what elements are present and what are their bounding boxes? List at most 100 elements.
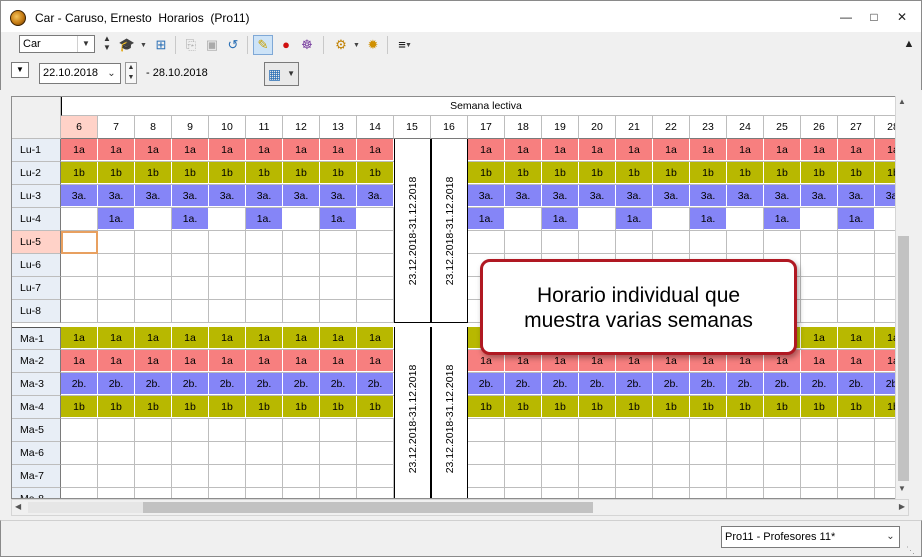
schedule-cell[interactable] <box>801 254 838 277</box>
schedule-cell[interactable] <box>653 208 690 231</box>
lesson-cell[interactable]: 1a <box>209 139 246 161</box>
lesson-cell[interactable]: 1a. <box>468 208 505 230</box>
schedule-cell[interactable] <box>246 419 283 442</box>
schedule-cell[interactable] <box>616 442 653 465</box>
lesson-cell[interactable]: 1a <box>283 350 320 372</box>
week-header[interactable]: 9 <box>172 116 209 139</box>
schedule-cell[interactable] <box>283 277 320 300</box>
lesson-cell[interactable]: 2b. <box>801 373 838 395</box>
schedule-cell[interactable] <box>727 208 764 231</box>
lesson-cell[interactable]: 1a <box>542 139 579 161</box>
lesson-cell[interactable]: 1a <box>357 350 394 372</box>
lesson-cell[interactable]: 1a. <box>320 208 357 230</box>
pin-icon[interactable]: ● <box>276 35 296 55</box>
schedule-cell[interactable] <box>653 419 690 442</box>
lesson-cell[interactable]: 1b <box>727 162 764 184</box>
schedule-cell[interactable] <box>690 442 727 465</box>
lesson-cell[interactable]: 2b. <box>283 373 320 395</box>
lesson-cell[interactable]: 3a. <box>98 185 135 207</box>
lesson-cell[interactable]: 2b. <box>764 373 801 395</box>
schedule-cell[interactable] <box>357 208 394 231</box>
schedule-cell[interactable] <box>61 442 98 465</box>
schedule-cell[interactable] <box>172 488 209 498</box>
schedule-cell[interactable] <box>505 231 542 254</box>
schedule-cell[interactable] <box>61 231 98 254</box>
schedule-cell[interactable] <box>653 488 690 498</box>
schedule-cell[interactable] <box>764 488 801 498</box>
lesson-cell[interactable]: 1a <box>653 139 690 161</box>
schedule-cell[interactable] <box>283 488 320 498</box>
week-header[interactable]: 11 <box>246 116 283 139</box>
schedule-cell[interactable] <box>357 300 394 323</box>
lesson-cell[interactable]: 3a. <box>653 185 690 207</box>
lesson-cell[interactable]: 1b <box>468 396 505 418</box>
chevron-down-icon[interactable]: ⌄ <box>882 527 899 547</box>
lesson-cell[interactable]: 1b <box>209 396 246 418</box>
schedule-cell[interactable] <box>468 488 505 498</box>
lesson-cell[interactable]: 1b <box>135 396 172 418</box>
schedule-cell[interactable] <box>505 208 542 231</box>
schedule-cell[interactable] <box>468 231 505 254</box>
schedule-cell[interactable] <box>579 465 616 488</box>
lesson-cell[interactable]: 1b <box>172 396 209 418</box>
schedule-cell[interactable] <box>98 300 135 323</box>
lesson-cell[interactable]: 3a. <box>579 185 616 207</box>
lesson-cell[interactable]: 1a <box>579 139 616 161</box>
close-icon[interactable]: ✕ <box>890 7 914 27</box>
lesson-cell[interactable]: 1b <box>838 162 875 184</box>
graduation-cap-icon[interactable]: 🎓 <box>117 35 137 55</box>
chevron-down-icon[interactable]: ▼ <box>77 36 94 52</box>
schedule-cell[interactable] <box>209 254 246 277</box>
week-header[interactable]: 25 <box>764 116 801 139</box>
schedule-cell[interactable] <box>320 465 357 488</box>
schedule-cell[interactable] <box>801 208 838 231</box>
schedule-cell[interactable] <box>135 419 172 442</box>
week-header[interactable]: 26 <box>801 116 838 139</box>
schedule-cell[interactable] <box>838 442 875 465</box>
lesson-cell[interactable]: 1a <box>838 139 875 161</box>
lesson-cell[interactable]: 1a <box>357 327 394 349</box>
lesson-cell[interactable]: 1b <box>505 162 542 184</box>
lesson-cell[interactable]: 1a <box>468 139 505 161</box>
schedule-cell[interactable] <box>801 442 838 465</box>
schedule-cell[interactable] <box>283 442 320 465</box>
lesson-cell[interactable]: 2b. <box>653 373 690 395</box>
lesson-cell[interactable]: 1a <box>246 139 283 161</box>
schedule-cell[interactable] <box>98 442 135 465</box>
vertical-scroll-thumb[interactable] <box>898 236 909 481</box>
lesson-cell[interactable]: 1a <box>61 327 98 349</box>
lesson-cell[interactable]: 2b. <box>320 373 357 395</box>
schedule-cell[interactable] <box>61 300 98 323</box>
resize-grip-icon[interactable]: ⋱ <box>906 545 915 556</box>
schedule-cell[interactable] <box>283 208 320 231</box>
schedule-cell[interactable] <box>468 419 505 442</box>
lesson-cell[interactable]: 3a. <box>690 185 727 207</box>
period-row-header[interactable]: Ma-2 <box>12 350 61 373</box>
lesson-cell[interactable]: 1a <box>801 350 838 372</box>
week-header[interactable]: 7 <box>98 116 135 139</box>
schedule-cell[interactable] <box>579 488 616 498</box>
lesson-cell[interactable]: 1a <box>135 350 172 372</box>
schedule-cell[interactable] <box>616 465 653 488</box>
schedule-cell[interactable] <box>468 465 505 488</box>
lesson-cell[interactable]: 1b <box>246 162 283 184</box>
period-row-header[interactable]: Lu-6 <box>12 254 61 277</box>
schedule-cell[interactable] <box>579 231 616 254</box>
schedule-cell[interactable] <box>172 277 209 300</box>
schedule-cell[interactable] <box>209 300 246 323</box>
lesson-cell[interactable]: 1b <box>616 396 653 418</box>
schedule-cell[interactable] <box>690 465 727 488</box>
lesson-cell[interactable]: 1a <box>61 139 98 161</box>
lesson-cell[interactable]: 1b <box>690 162 727 184</box>
schedule-cell[interactable] <box>764 419 801 442</box>
schedule-cell[interactable] <box>246 277 283 300</box>
schedule-cell[interactable] <box>172 442 209 465</box>
lesson-cell[interactable]: 1a <box>209 327 246 349</box>
lesson-cell[interactable]: 1a <box>801 327 838 349</box>
schedule-cell[interactable] <box>505 465 542 488</box>
week-header[interactable]: 22 <box>653 116 690 139</box>
schedule-cell[interactable] <box>98 465 135 488</box>
export-icon[interactable]: ⎘ <box>181 35 201 55</box>
lesson-cell[interactable]: 1a <box>283 327 320 349</box>
chevron-down-icon[interactable]: ▼ <box>353 42 360 49</box>
